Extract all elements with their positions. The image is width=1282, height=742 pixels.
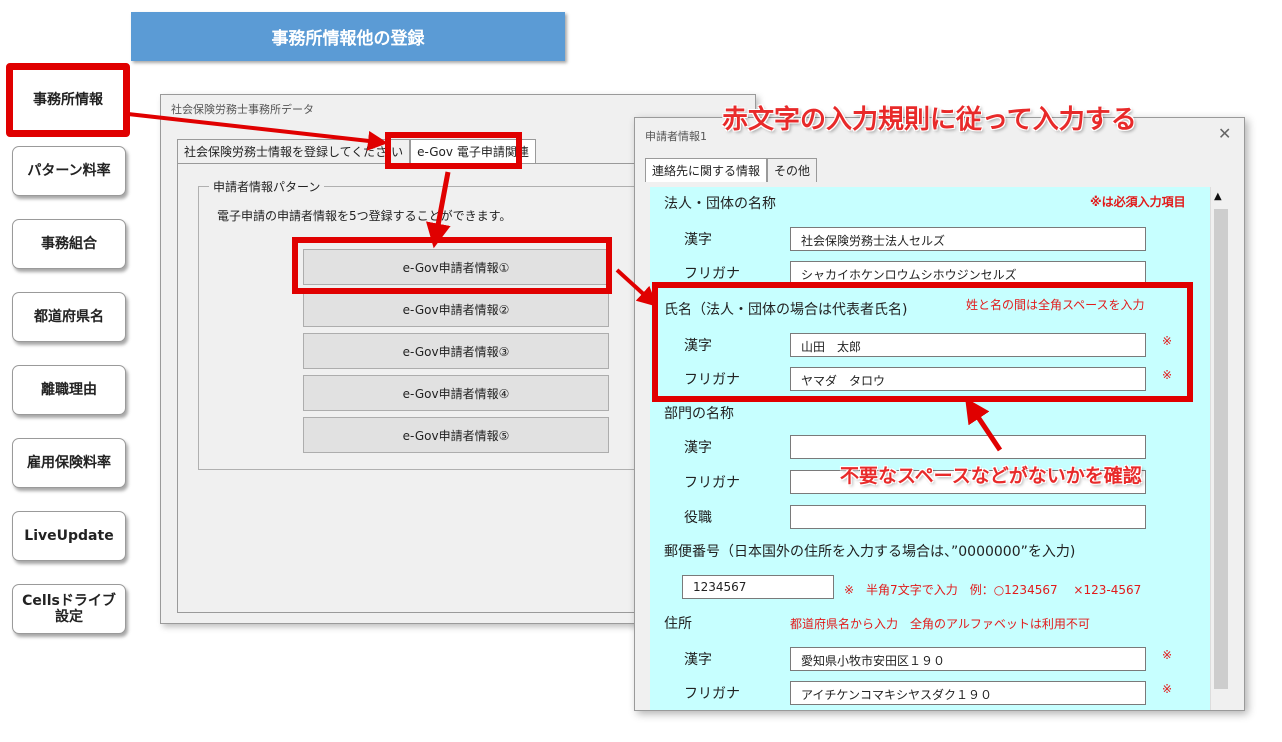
arrow-to-egov-tab [127,112,388,151]
arrow-to-name-fields [965,397,1003,452]
arrow-to-applicant-button [426,171,451,249]
arrow-to-dialog [615,268,658,307]
annotation-arrows [127,112,1003,452]
